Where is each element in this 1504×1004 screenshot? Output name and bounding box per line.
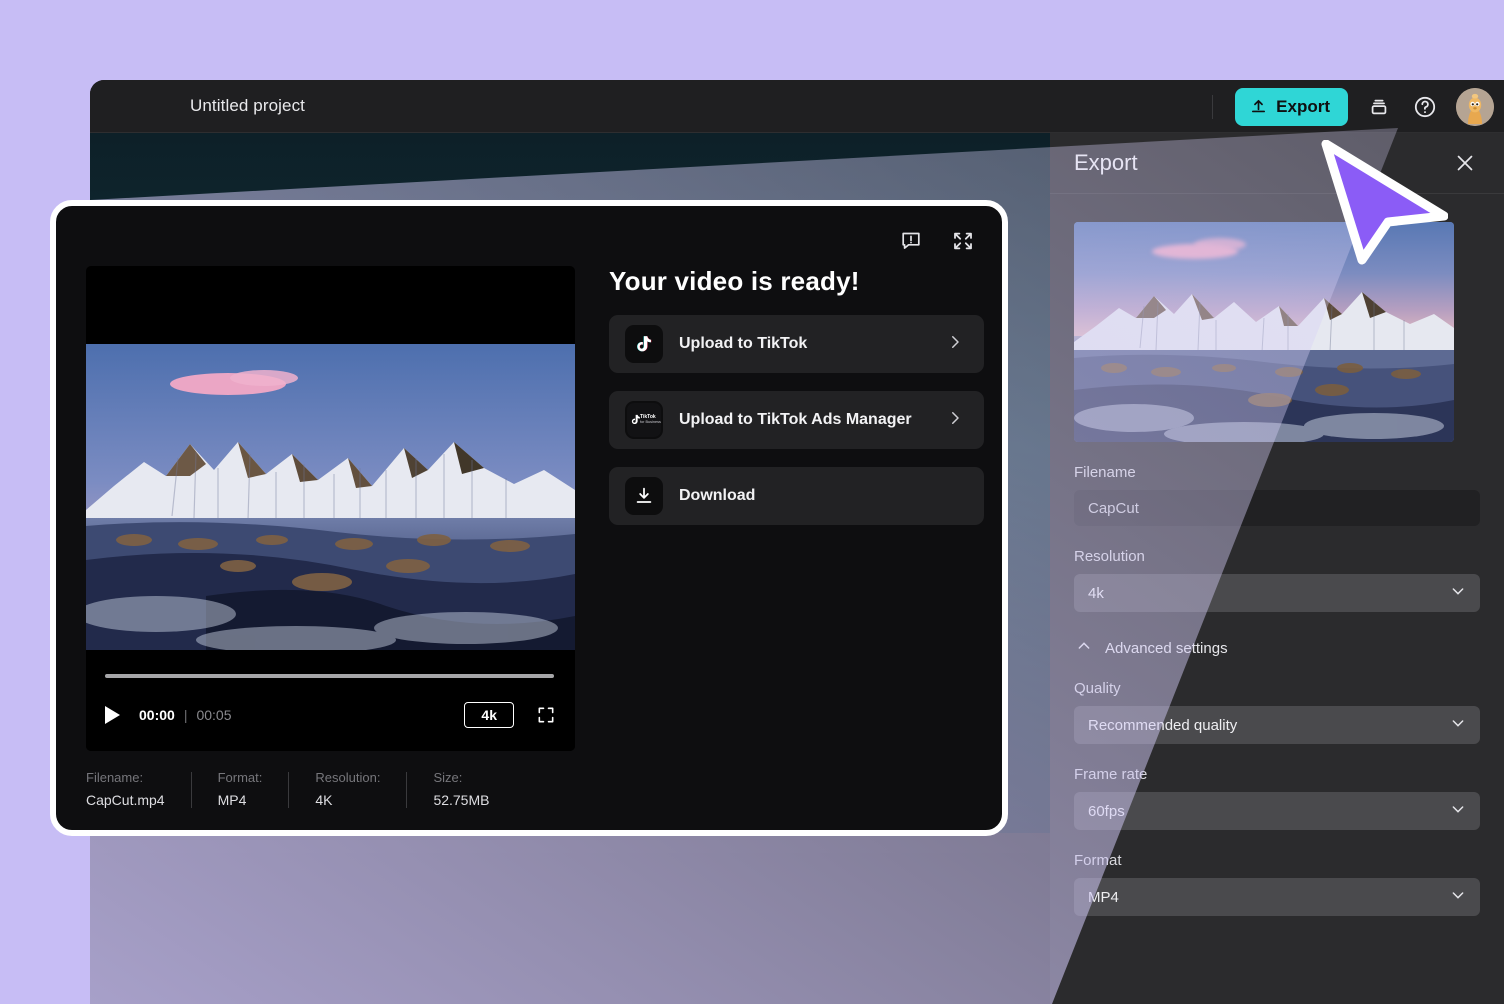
play-icon[interactable] — [105, 706, 120, 724]
chevron-down-icon — [1450, 887, 1466, 907]
chevron-down-icon — [1450, 715, 1466, 735]
resolution-select[interactable]: 4k — [1074, 574, 1480, 612]
action-label: Upload to TikTok — [679, 335, 808, 352]
export-panel-header: Export — [1050, 133, 1504, 194]
modal-toolbar — [898, 228, 976, 254]
meta-filename: Filename: CapCut.mp4 — [86, 770, 191, 808]
meta-resolution: Resolution: 4K — [315, 770, 406, 808]
frame-rate-label: Frame rate — [1074, 766, 1148, 783]
meta-divider — [288, 772, 290, 808]
meta-key: Filename: — [86, 770, 144, 785]
format-select[interactable]: MP4 — [1074, 878, 1480, 916]
meta-divider — [406, 772, 408, 808]
time-separator: | — [183, 707, 188, 723]
current-time: 00:00 — [139, 707, 175, 723]
meta-format: Format: MP4 — [218, 770, 289, 808]
feedback-icon[interactable] — [898, 228, 924, 254]
player-right-controls: 4k — [464, 702, 556, 728]
quality-value: Recommended quality — [1088, 716, 1238, 734]
advanced-settings-toggle[interactable]: Advanced settings — [1076, 638, 1480, 658]
progress-scrubber[interactable] — [105, 674, 554, 678]
modal-actions-column: Your video is ready! Upload to TikTok Ti… — [609, 266, 984, 525]
export-panel-body: Select track to make adjustments — [1050, 194, 1504, 916]
chevron-down-icon — [1450, 583, 1466, 603]
action-upload-tiktok[interactable]: Upload to TikTok — [609, 315, 984, 373]
action-upload-tiktok-ads[interactable]: TikTok for Business Upload to TikTok Ads… — [609, 391, 984, 449]
meta-value: 52.75MB — [433, 792, 490, 808]
chevron-down-icon — [1450, 801, 1466, 821]
avatar[interactable] — [1456, 87, 1494, 126]
chevron-right-icon — [946, 409, 964, 432]
export-button[interactable]: Export — [1235, 87, 1348, 126]
video-player: 00:00 | 00:05 4k — [86, 266, 575, 751]
quality-select[interactable]: Recommended quality — [1074, 706, 1480, 744]
meta-key: Size: — [433, 770, 463, 785]
export-side-panel: Export Select track to make adjustments — [1050, 133, 1504, 1004]
stage-playbar — [90, 833, 1050, 853]
export-metadata: Filename: CapCut.mp4 Format: MP4 Resolut… — [86, 770, 515, 808]
filename-input[interactable]: CapCut — [1074, 490, 1480, 526]
action-label: Upload to TikTok Ads Manager — [679, 411, 912, 428]
video-frame-art — [86, 344, 575, 650]
frame-rate-value: 60fps — [1088, 802, 1125, 820]
resolution-value: 4k — [1088, 584, 1104, 602]
filename-label: Filename — [1074, 464, 1136, 481]
total-time: 00:05 — [196, 707, 232, 723]
frame-rate-select[interactable]: 60fps — [1074, 792, 1480, 830]
tiktok-icon — [625, 325, 663, 363]
meta-value: 4K — [315, 792, 333, 808]
download-icon — [625, 477, 663, 515]
format-value: MP4 — [1088, 888, 1119, 906]
filename-value: CapCut — [1088, 499, 1139, 517]
meta-key: Resolution: — [315, 770, 381, 785]
close-icon[interactable] — [1452, 150, 1478, 176]
quality-label: Quality — [1074, 680, 1121, 697]
chevron-up-icon — [1076, 638, 1092, 658]
meta-divider — [190, 772, 192, 808]
quality-badge[interactable]: 4k — [464, 702, 514, 728]
format-label: Format — [1074, 852, 1122, 869]
export-panel-title: Export — [1074, 150, 1138, 175]
resolution-label: Resolution — [1074, 548, 1145, 565]
thumb-mountains — [1074, 292, 1454, 442]
meta-size: Size: 52.75MB — [433, 770, 515, 808]
chevron-right-icon — [946, 333, 964, 356]
action-download[interactable]: Download — [609, 467, 984, 525]
player-control-row: 00:00 | 00:05 4k — [105, 698, 556, 732]
action-label: Download — [679, 487, 756, 504]
meta-value: MP4 — [217, 792, 247, 808]
top-bar-actions: Export — [1212, 80, 1504, 133]
tiktok-business-icon: TikTok for Business — [625, 401, 663, 439]
player-controls: 00:00 | 00:05 4k — [86, 656, 575, 751]
fullscreen-icon[interactable] — [536, 705, 556, 725]
export-button-label: Export — [1276, 96, 1330, 116]
minimize-icon[interactable] — [950, 228, 976, 254]
upload-icon — [1250, 98, 1267, 115]
toolbar-divider — [1212, 94, 1214, 119]
help-circle-icon[interactable] — [1410, 92, 1440, 122]
export-thumbnail — [1074, 222, 1454, 442]
meta-value: CapCut.mp4 — [86, 792, 165, 808]
advanced-settings-label: Advanced settings — [1105, 639, 1228, 657]
video-frame[interactable] — [86, 344, 575, 650]
meta-key: Format: — [217, 770, 263, 785]
project-title[interactable]: Untitled project — [190, 96, 305, 116]
modal-heading: Your video is ready! — [609, 266, 860, 296]
layers-icon[interactable] — [1364, 92, 1394, 122]
top-bar: Untitled project Export — [90, 80, 1504, 133]
export-ready-modal: 00:00 | 00:05 4k Your video is ready! Up… — [50, 200, 1008, 836]
svg-text:for Business: for Business — [640, 420, 661, 424]
